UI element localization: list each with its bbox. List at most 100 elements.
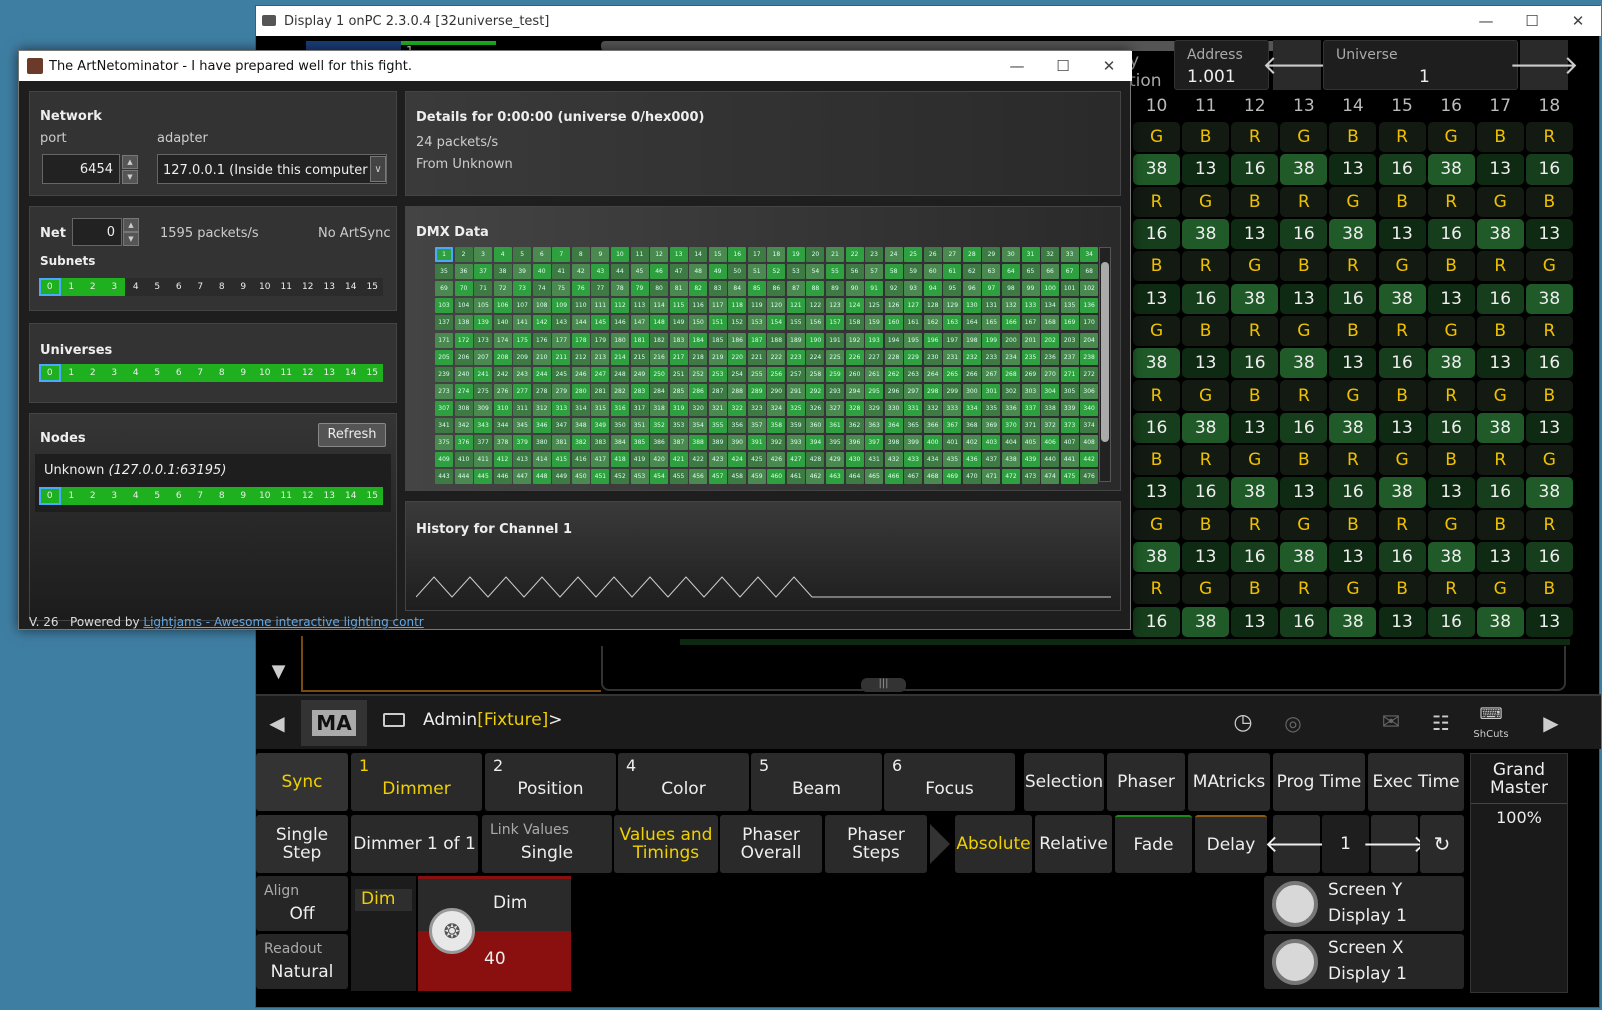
close-icon[interactable]: ✕ (1555, 6, 1601, 36)
universe-cell[interactable]: 8 (211, 364, 233, 382)
grid-cell[interactable]: 16 (1280, 606, 1328, 637)
dmx-channel[interactable]: 3 (474, 247, 493, 262)
grid-cell[interactable]: R (1182, 445, 1230, 476)
dmx-channel[interactable]: 338 (1041, 400, 1060, 416)
down-triangle-icon[interactable]: ▼ (256, 651, 301, 691)
grid-cell[interactable]: B (1182, 509, 1230, 540)
universe-cell[interactable]: 8 (211, 487, 233, 505)
universe-cell[interactable]: 3 (103, 364, 125, 382)
dmx-channel[interactable]: 100 (1041, 281, 1060, 297)
grid-cell[interactable]: B (1476, 315, 1524, 347)
artnet-minimize-icon[interactable]: — (994, 51, 1040, 81)
dmx-channel[interactable]: 354 (689, 418, 708, 433)
grid-column-header[interactable]: 16 (1427, 94, 1476, 118)
grid-cell[interactable]: G (1525, 251, 1573, 282)
dmx-channel[interactable]: 33 (1060, 247, 1079, 262)
dmx-channel[interactable]: 396 (845, 435, 864, 451)
universe-cell[interactable]: 11 (276, 278, 298, 296)
dmx-channel[interactable]: 160 (884, 315, 903, 331)
grid-cell[interactable]: 13 (1476, 154, 1524, 185)
page-prev-button[interactable]: 🡐 (1264, 815, 1329, 873)
grid-cell[interactable]: B (1133, 251, 1181, 282)
grid-cell[interactable]: 16 (1280, 412, 1328, 443)
grid-cell[interactable]: G (1476, 380, 1524, 411)
minimize-icon[interactable]: — (1463, 6, 1509, 36)
dmx-channel[interactable]: 119 (747, 298, 766, 314)
dmx-channel[interactable]: 157 (826, 315, 844, 331)
dmx-channel[interactable]: 213 (591, 349, 610, 365)
grid-cell[interactable]: 13 (1378, 218, 1426, 250)
dmx-channel[interactable]: 327 (826, 400, 844, 416)
dmx-channel[interactable]: 438 (1001, 452, 1020, 468)
dmx-channel[interactable]: 116 (689, 298, 708, 314)
dmx-channel[interactable]: 179 (591, 332, 610, 348)
dmx-channel[interactable]: 419 (630, 452, 649, 468)
dmx-channel[interactable]: 232 (962, 349, 981, 365)
grid-cell[interactable]: R (1280, 574, 1328, 605)
dmx-channel[interactable]: 79 (630, 281, 649, 297)
dmx-channel[interactable]: 176 (532, 332, 551, 348)
grid-cell[interactable]: B (1280, 251, 1328, 282)
sync-button[interactable]: Sync (256, 753, 348, 811)
grid-cell[interactable]: B (1525, 574, 1573, 605)
right-triangle-icon[interactable]: ▶ (1521, 696, 1581, 749)
dmx-channel[interactable]: 462 (806, 469, 825, 485)
dmx-channel[interactable]: 214 (610, 349, 629, 365)
dmx-channel[interactable]: 453 (630, 469, 649, 485)
port-down-icon[interactable]: ▼ (122, 170, 138, 184)
dmx-channel[interactable]: 169 (1060, 315, 1079, 331)
grid-cell[interactable]: R (1525, 315, 1573, 347)
dmx-channel[interactable]: 110 (571, 298, 590, 314)
dmx-channel[interactable]: 51 (747, 264, 766, 280)
dmx-channel[interactable]: 304 (1041, 383, 1060, 399)
dmx-channel[interactable]: 416 (571, 452, 590, 468)
dmx-channel[interactable]: 17 (747, 247, 766, 262)
dmx-channel[interactable]: 135 (1060, 298, 1079, 314)
grid-column-header[interactable]: 12 (1230, 94, 1279, 118)
dmx-channel[interactable]: 55 (826, 264, 844, 280)
dmx-channel[interactable]: 466 (884, 469, 903, 485)
dmx-channel[interactable]: 128 (923, 298, 942, 314)
dmx-channel[interactable]: 112 (610, 298, 629, 314)
dmx-channel[interactable]: 72 (493, 281, 512, 297)
dmx-channel[interactable]: 365 (904, 418, 923, 433)
grid-cell[interactable]: 38 (1231, 477, 1279, 508)
grid-cell[interactable]: R (1182, 251, 1230, 282)
dmx-channel[interactable]: 146 (610, 315, 629, 331)
dmx-channel[interactable]: 7 (552, 247, 571, 262)
dmx-channel[interactable]: 457 (708, 469, 727, 485)
dmx-channel[interactable]: 242 (493, 366, 512, 382)
dmx-channel[interactable]: 447 (513, 469, 532, 485)
dmx-channel[interactable]: 162 (923, 315, 942, 331)
dmx-channel[interactable]: 334 (962, 400, 981, 416)
dmx-channel[interactable]: 451 (591, 469, 610, 485)
grid-cell[interactable]: 38 (1182, 606, 1230, 637)
universe-cell[interactable]: 10 (254, 487, 276, 505)
dmx-channel[interactable]: 411 (474, 452, 493, 468)
grid-column-header[interactable]: 14 (1328, 94, 1377, 118)
universe-cell[interactable]: 6 (168, 278, 190, 296)
dmx-channel[interactable]: 412 (493, 452, 512, 468)
grid-cell[interactable]: B (1329, 122, 1377, 153)
dmx-channel[interactable]: 429 (826, 452, 844, 468)
dmx-channel[interactable]: 131 (982, 298, 1001, 314)
relative-button[interactable]: Relative (1035, 815, 1112, 873)
dmx-channel[interactable]: 181 (630, 332, 649, 348)
dmx-channel[interactable]: 272 (1080, 366, 1099, 382)
dmx-channel[interactable]: 29 (982, 247, 1001, 262)
dmx-channel[interactable]: 249 (630, 366, 649, 382)
preset-button-beam[interactable]: 5 Beam (751, 753, 882, 811)
dmx-channel[interactable]: 84 (728, 281, 747, 297)
dmx-channel[interactable]: 175 (513, 332, 532, 348)
delay-button[interactable]: Delay (1195, 815, 1267, 873)
dmx-channel[interactable]: 455 (669, 469, 688, 485)
grid-cell[interactable]: B (1182, 122, 1230, 153)
universe-cell[interactable]: 1 (60, 278, 82, 296)
grid-cell[interactable]: G (1182, 186, 1230, 217)
grid-cell[interactable]: 16 (1231, 348, 1279, 379)
refresh-button[interactable]: Refresh (318, 423, 386, 447)
mail-icon[interactable]: ✉ (1366, 696, 1416, 749)
dmx-channel[interactable]: 264 (923, 366, 942, 382)
dmx-channel[interactable]: 296 (884, 383, 903, 399)
grid-cell[interactable]: 38 (1280, 348, 1328, 379)
